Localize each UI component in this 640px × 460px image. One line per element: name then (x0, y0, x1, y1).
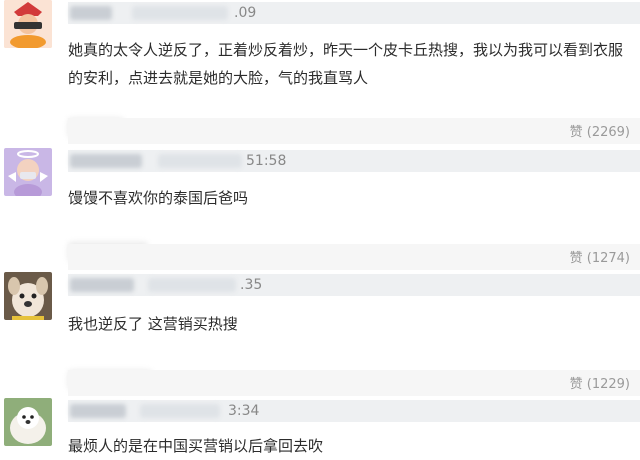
blurred-username (70, 278, 134, 292)
comment-meta-bar: .35 (68, 274, 640, 296)
avatar-image-icon (4, 272, 52, 320)
comment-time: .09 (234, 5, 257, 21)
avatar[interactable] (4, 398, 52, 446)
blurred-date (158, 154, 242, 168)
comment-time: 51:58 (246, 153, 287, 169)
avatar-image-icon (4, 148, 52, 196)
comment-time: 3:34 (228, 403, 260, 419)
comment-meta-bar: 3:34 (68, 400, 640, 422)
like-button[interactable]: 赞 (1274) (570, 247, 630, 266)
avatar[interactable] (4, 272, 52, 320)
avatar-image-icon (4, 398, 52, 446)
avatar-image-icon (4, 0, 52, 48)
blurred-username (70, 404, 126, 418)
blurred-username (70, 154, 142, 168)
comment-text: 我也逆反了 这营销买热搜 (68, 315, 238, 333)
avatar[interactable] (4, 0, 52, 48)
comment-time: .35 (240, 277, 263, 293)
like-bar: 赞 (1274) (68, 244, 640, 270)
blurred-date (132, 6, 228, 20)
comment-meta-bar: 51:58 (68, 150, 640, 172)
comment-meta-bar: .09 (68, 2, 640, 24)
avatar[interactable] (4, 148, 52, 196)
like-bar: 赞 (2269) (68, 118, 640, 144)
blurred-username (70, 6, 112, 20)
comment-text: 最烦人的是在中国买营销以后拿回去吹 (68, 437, 324, 455)
comment-text: 她真的太令人逆反了，正着炒反着炒，昨天一个皮卡丘热搜，我以为我可以看到衣服的安利… (68, 41, 624, 87)
like-bar: 赞 (1229) (68, 370, 640, 396)
blurred-date (140, 404, 220, 418)
comment-text: 馒馒不喜欢你的泰国后爸吗 (68, 189, 249, 207)
like-button[interactable]: 赞 (2269) (570, 121, 630, 140)
blurred-date (148, 278, 236, 292)
like-button[interactable]: 赞 (1229) (570, 373, 630, 392)
